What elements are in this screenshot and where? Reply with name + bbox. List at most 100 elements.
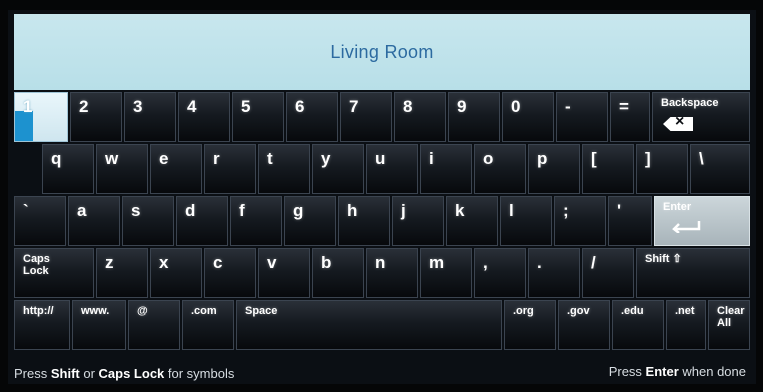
hint-text: or (79, 366, 99, 381)
key-label: z (105, 253, 114, 272)
key-equals[interactable]: = (610, 92, 650, 142)
key-g[interactable]: g (284, 196, 336, 246)
key-label: Space (245, 305, 278, 317)
key-m[interactable]: m (420, 248, 472, 298)
key-label: f (239, 201, 245, 220)
key-f[interactable]: f (230, 196, 282, 246)
key-label: Backspace (661, 97, 719, 109)
key-8[interactable]: 8 (394, 92, 446, 142)
key-backspace[interactable]: Backspace (652, 92, 750, 142)
key-right-bracket[interactable]: ] (636, 144, 688, 194)
key-j[interactable]: j (392, 196, 444, 246)
key-label: 7 (349, 97, 359, 116)
key-c[interactable]: c (204, 248, 256, 298)
input-field[interactable]: Living Room (14, 14, 750, 90)
key-label: w (105, 149, 119, 168)
key-4[interactable]: 4 (178, 92, 230, 142)
key-label: s (131, 201, 141, 220)
key-label: @ (137, 305, 148, 317)
symbols-hint: Press Shift or Caps Lock for symbols (14, 366, 234, 381)
key-a[interactable]: a (68, 196, 120, 246)
key-label: Enter (663, 201, 692, 213)
key-label: e (159, 149, 169, 168)
key-o[interactable]: o (474, 144, 526, 194)
key-dotorg[interactable]: .org (504, 300, 556, 350)
key-t[interactable]: t (258, 144, 310, 194)
key-z[interactable]: z (96, 248, 148, 298)
key-label: l (509, 201, 514, 220)
key-w[interactable]: w (96, 144, 148, 194)
key-label: \ (699, 149, 704, 168)
key-label: n (375, 253, 386, 272)
hint-text: for symbols (164, 366, 235, 381)
key-label: 4 (187, 97, 197, 116)
keyboard-row-3: ` a s d f g h j k l; ' Enter (14, 196, 750, 248)
key-backslash[interactable]: \ (690, 144, 750, 194)
key-i[interactable]: i (420, 144, 472, 194)
key-apostrophe[interactable]: ' (608, 196, 652, 246)
key-space[interactable]: Space (236, 300, 502, 350)
key-semicolon[interactable]: ; (554, 196, 606, 246)
key-x[interactable]: x (150, 248, 202, 298)
key-label: 1 (23, 97, 33, 116)
key-enter[interactable]: Enter (654, 196, 750, 246)
key-h[interactable]: h (338, 196, 390, 246)
key-comma[interactable]: , (474, 248, 526, 298)
key-n[interactable]: n (366, 248, 418, 298)
key-www[interactable]: www. (72, 300, 126, 350)
key-minus[interactable]: - (556, 92, 608, 142)
key-at[interactable]: @ (128, 300, 180, 350)
hint-enter: Enter (645, 364, 679, 379)
key-v[interactable]: v (258, 248, 310, 298)
key-label: r (213, 149, 220, 168)
key-b[interactable]: b (312, 248, 364, 298)
key-label: 9 (457, 97, 467, 116)
key-0[interactable]: 0 (502, 92, 554, 142)
key-dotedu[interactable]: .edu (612, 300, 664, 350)
key-5[interactable]: 5 (232, 92, 284, 142)
tv-frame: Living Room 1 2 3 4 5 6 7 8 9 0 - = Backspace q w e r t y u… (0, 0, 763, 392)
key-9[interactable]: 9 (448, 92, 500, 142)
key-label: ' (617, 201, 622, 220)
hint-bar: Press Shift or Caps Lock for symbols Pre… (8, 360, 756, 384)
key-label: b (321, 253, 332, 272)
key-d[interactable]: d (176, 196, 228, 246)
key-dotnet[interactable]: .net (666, 300, 706, 350)
key-6[interactable]: 6 (286, 92, 338, 142)
key-y[interactable]: y (312, 144, 364, 194)
key-label: ] (645, 149, 651, 168)
key-label: h (347, 201, 358, 220)
key-label: http:// (23, 305, 54, 317)
key-backtick[interactable]: ` (14, 196, 66, 246)
hint-caps-lock: Caps Lock (98, 366, 165, 381)
key-label: 3 (133, 97, 143, 116)
keyboard-row-1: 1 2 3 4 5 6 7 8 9 0 - = Backspace (14, 92, 750, 144)
key-2[interactable]: 2 (70, 92, 122, 142)
key-1[interactable]: 1 (14, 92, 68, 142)
key-label: / (591, 253, 596, 272)
key-k[interactable]: k (446, 196, 498, 246)
key-label: .edu (621, 305, 644, 317)
key-label: Clear All (717, 305, 745, 329)
enter-arrow-icon (672, 221, 701, 233)
key-left-bracket[interactable]: [ (582, 144, 634, 194)
key-slash[interactable]: / (582, 248, 634, 298)
key-p[interactable]: p (528, 144, 580, 194)
key-http[interactable]: http:// (14, 300, 70, 350)
key-shift[interactable]: Shift ⇧ (636, 248, 750, 298)
key-period[interactable]: . (528, 248, 580, 298)
key-clear-all[interactable]: Clear All (708, 300, 750, 350)
key-caps-lock[interactable]: Caps Lock (14, 248, 94, 298)
key-u[interactable]: u (366, 144, 418, 194)
key-label: - (565, 97, 571, 116)
key-s[interactable]: s (122, 196, 174, 246)
input-text: Living Room (330, 41, 434, 62)
key-r[interactable]: r (204, 144, 256, 194)
key-l[interactable]: l (500, 196, 552, 246)
key-dotgov[interactable]: .gov (558, 300, 610, 350)
key-e[interactable]: e (150, 144, 202, 194)
key-dotcom[interactable]: .com (182, 300, 234, 350)
key-3[interactable]: 3 (124, 92, 176, 142)
key-q[interactable]: q (42, 144, 94, 194)
key-7[interactable]: 7 (340, 92, 392, 142)
